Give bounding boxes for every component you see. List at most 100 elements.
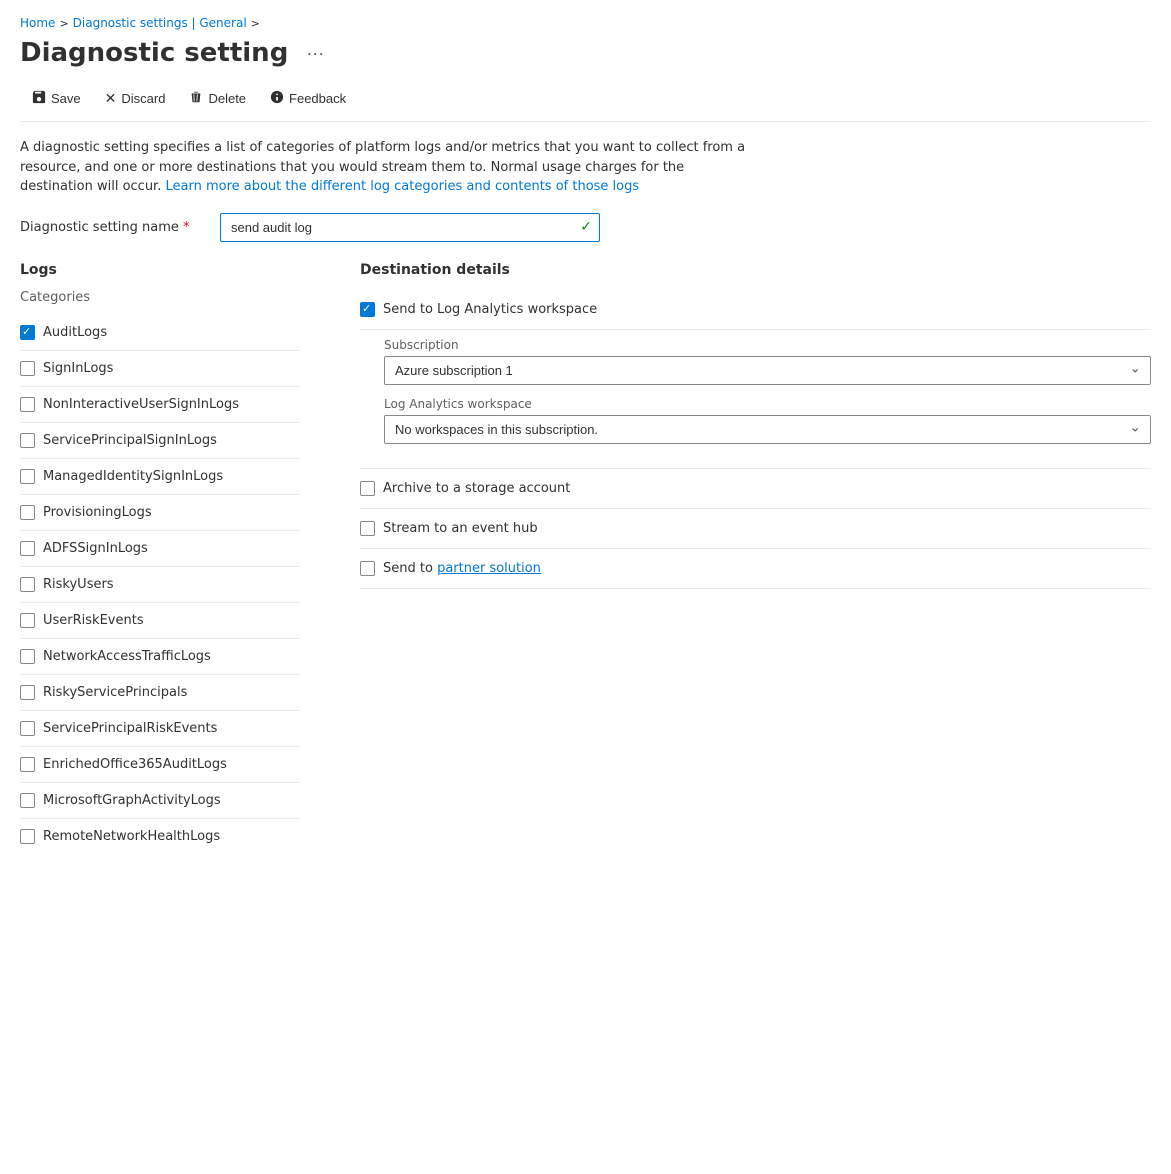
discard-button[interactable]: ✕ Discard: [93, 84, 178, 113]
workspace-group: Log Analytics workspace No workspaces in…: [384, 397, 1151, 444]
log-category-label-managedIdentitySignInLogs[interactable]: ManagedIdentitySignInLogs: [43, 469, 223, 484]
feedback-label: Feedback: [289, 91, 346, 106]
page-title: Diagnostic setting: [20, 38, 288, 68]
toolbar: Save ✕ Discard Delete Feedback: [20, 84, 1151, 122]
log-category-label-auditLogs[interactable]: AuditLogs: [43, 325, 107, 340]
partner-solution-checkbox[interactable]: [360, 561, 375, 576]
log-category-checkbox-adfsSignInLogs[interactable]: [20, 541, 35, 556]
log-category-label-adfsSignInLogs[interactable]: ADFSSignInLogs: [43, 541, 148, 556]
event-hub-label[interactable]: Stream to an event hub: [383, 521, 538, 536]
save-icon: [32, 90, 46, 107]
partner-solution-link[interactable]: partner solution: [437, 561, 541, 576]
event-hub-row: Stream to an event hub: [360, 509, 1151, 549]
subscription-select-wrapper: Azure subscription 1: [384, 356, 1151, 385]
log-category-checkbox-userRiskEvents[interactable]: [20, 613, 35, 628]
description-text: A diagnostic setting specifies a list of…: [20, 138, 750, 197]
log-category-item: NonInteractiveUserSignInLogs: [20, 387, 300, 423]
log-category-item: EnrichedOffice365AuditLogs: [20, 747, 300, 783]
log-category-label-riskyServicePrincipals[interactable]: RiskyServicePrincipals: [43, 685, 187, 700]
log-category-label-networkAccessTrafficLogs[interactable]: NetworkAccessTrafficLogs: [43, 649, 211, 664]
breadcrumb-sep1: >: [59, 17, 68, 30]
event-hub-checkbox[interactable]: [360, 521, 375, 536]
delete-label: Delete: [208, 91, 246, 106]
subscription-group: Subscription Azure subscription 1: [384, 338, 1151, 385]
log-category-item: ServicePrincipalSignInLogs: [20, 423, 300, 459]
log-category-checkbox-auditLogs[interactable]: [20, 325, 35, 340]
save-label: Save: [51, 91, 81, 106]
log-category-checkbox-networkAccessTrafficLogs[interactable]: [20, 649, 35, 664]
categories-list: AuditLogs SignInLogs NonInteractiveUserSig…: [20, 315, 300, 854]
log-category-label-provisioningLogs[interactable]: ProvisioningLogs: [43, 505, 152, 520]
log-analytics-label[interactable]: Send to Log Analytics workspace: [383, 302, 597, 317]
workspace-select[interactable]: No workspaces in this subscription.: [384, 415, 1151, 444]
log-category-checkbox-nonInteractiveUserSignInLogs[interactable]: [20, 397, 35, 412]
setting-name-label: Diagnostic setting name *: [20, 220, 200, 235]
categories-label: Categories: [20, 290, 300, 305]
breadcrumb-home[interactable]: Home: [20, 16, 55, 30]
logs-section: Logs Categories AuditLogs SignInLogs NonIn…: [20, 262, 300, 854]
more-options-button[interactable]: ···: [300, 41, 330, 66]
partner-solution-row: Send to partner solution: [360, 549, 1151, 589]
subscription-label: Subscription: [384, 338, 1151, 352]
log-category-item: ManagedIdentitySignInLogs: [20, 459, 300, 495]
logs-heading: Logs: [20, 262, 300, 278]
log-category-label-riskyUsers[interactable]: RiskyUsers: [43, 577, 114, 592]
log-category-checkbox-managedIdentitySignInLogs[interactable]: [20, 469, 35, 484]
feedback-icon: [270, 90, 284, 107]
log-category-item: ServicePrincipalRiskEvents: [20, 711, 300, 747]
log-category-label-userRiskEvents[interactable]: UserRiskEvents: [43, 613, 144, 628]
log-analytics-row: Send to Log Analytics workspace: [360, 290, 1151, 330]
delete-icon: [189, 90, 203, 107]
workspace-select-wrapper: No workspaces in this subscription.: [384, 415, 1151, 444]
breadcrumb-diagnostic-settings[interactable]: Diagnostic settings | General: [73, 16, 247, 30]
log-category-label-nonInteractiveUserSignInLogs[interactable]: NonInteractiveUserSignInLogs: [43, 397, 239, 412]
log-category-label-microsoftGraphActivityLogs[interactable]: MicrosoftGraphActivityLogs: [43, 793, 221, 808]
setting-name-input-wrapper: ✓: [220, 213, 600, 242]
log-category-label-servicePrincipalSignInLogs[interactable]: ServicePrincipalSignInLogs: [43, 433, 217, 448]
log-category-item: RiskyUsers: [20, 567, 300, 603]
log-category-item: RiskyServicePrincipals: [20, 675, 300, 711]
log-category-item: ProvisioningLogs: [20, 495, 300, 531]
log-category-item: UserRiskEvents: [20, 603, 300, 639]
log-category-checkbox-enrichedOffice365AuditLogs[interactable]: [20, 757, 35, 772]
storage-account-label[interactable]: Archive to a storage account: [383, 481, 570, 496]
log-category-label-servicePrincipalRiskEvents[interactable]: ServicePrincipalRiskEvents: [43, 721, 217, 736]
feedback-button[interactable]: Feedback: [258, 84, 358, 113]
destination-section: Destination details Send to Log Analytic…: [360, 262, 1151, 854]
discard-label: Discard: [121, 91, 165, 106]
discard-icon: ✕: [105, 90, 117, 107]
log-category-checkbox-riskyServicePrincipals[interactable]: [20, 685, 35, 700]
page-title-row: Diagnostic setting ···: [20, 38, 1151, 68]
partner-solution-label[interactable]: Send to partner solution: [383, 561, 541, 576]
log-category-item: MicrosoftGraphActivityLogs: [20, 783, 300, 819]
log-category-label-signInLogs[interactable]: SignInLogs: [43, 361, 113, 376]
storage-account-row: Archive to a storage account: [360, 469, 1151, 509]
log-category-item: RemoteNetworkHealthLogs: [20, 819, 300, 854]
log-category-checkbox-servicePrincipalSignInLogs[interactable]: [20, 433, 35, 448]
log-category-checkbox-signInLogs[interactable]: [20, 361, 35, 376]
log-category-checkbox-riskyUsers[interactable]: [20, 577, 35, 592]
subscription-select[interactable]: Azure subscription 1: [384, 356, 1151, 385]
log-category-checkbox-servicePrincipalRiskEvents[interactable]: [20, 721, 35, 736]
learn-more-link[interactable]: Learn more about the different log categ…: [165, 179, 639, 194]
log-category-checkbox-provisioningLogs[interactable]: [20, 505, 35, 520]
log-category-item: AuditLogs: [20, 315, 300, 351]
log-category-label-remoteNetworkHealthLogs[interactable]: RemoteNetworkHealthLogs: [43, 829, 220, 844]
destination-heading: Destination details: [360, 262, 1151, 278]
required-marker: *: [183, 220, 190, 235]
setting-name-row: Diagnostic setting name * ✓: [20, 213, 1151, 242]
workspace-label: Log Analytics workspace: [384, 397, 1151, 411]
setting-name-input[interactable]: [220, 213, 600, 242]
breadcrumb-sep2: >: [251, 17, 260, 30]
log-analytics-checkbox[interactable]: [360, 302, 375, 317]
log-category-label-enrichedOffice365AuditLogs[interactable]: EnrichedOffice365AuditLogs: [43, 757, 227, 772]
save-button[interactable]: Save: [20, 84, 93, 113]
breadcrumb: Home > Diagnostic settings | General >: [20, 16, 1151, 30]
log-analytics-fields: Subscription Azure subscription 1 Log An…: [360, 330, 1151, 469]
log-category-item: SignInLogs: [20, 351, 300, 387]
log-category-item: NetworkAccessTrafficLogs: [20, 639, 300, 675]
delete-button[interactable]: Delete: [177, 84, 258, 113]
log-category-checkbox-remoteNetworkHealthLogs[interactable]: [20, 829, 35, 844]
storage-account-checkbox[interactable]: [360, 481, 375, 496]
log-category-checkbox-microsoftGraphActivityLogs[interactable]: [20, 793, 35, 808]
